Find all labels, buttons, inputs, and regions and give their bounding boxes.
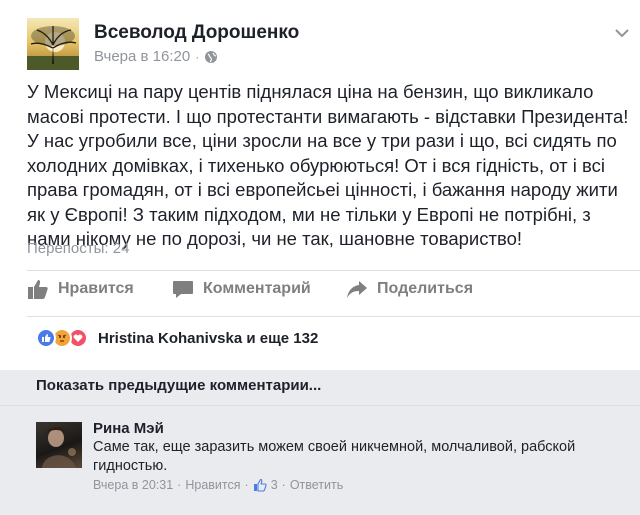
comment-text: Саме так, еще заразить можем своей никче… [93,439,576,474]
divider [0,405,640,406]
meta-separator: · [281,478,286,492]
meta-separator: · [244,478,249,492]
divider [27,316,640,317]
person-photo-image [42,427,76,468]
share-button[interactable]: Поделиться [346,278,473,300]
reposts-count[interactable]: Перепосты: 24 [27,240,129,257]
show-previous-comments-link[interactable]: Показать предыдущие комментарии... [36,377,321,394]
tree-sunset-image [27,26,79,70]
comment-label: Комментарий [203,280,311,297]
comment-like-link[interactable]: Нравится [185,478,240,492]
meta-separator: · [195,49,200,64]
author-name[interactable]: Всеволод Дорошенко [94,22,299,44]
like-label: Нравится [58,280,134,297]
like-reaction-icon [36,328,56,348]
thumbs-up-icon [28,280,48,299]
post-card: Всеволод Дорошенко Вчера в 16:20 · У Мек… [0,0,640,370]
thumbs-up-icon [253,478,267,492]
comment-icon [173,281,193,298]
reactions-text: Hristina Kohanivska и еще 132 [98,329,319,347]
chevron-down-icon[interactable] [613,24,631,42]
share-label: Поделиться [377,280,474,297]
comment-time[interactable]: Вчера в 20:31 [93,478,173,492]
meta-separator: · [177,478,182,492]
commenter-avatar[interactable] [36,422,82,468]
reactions-summary[interactable]: Hristina Kohanivska и еще 132 [36,328,318,348]
divider [27,270,640,271]
comment-like-count: 3 [270,478,278,492]
share-arrow-icon [347,281,367,298]
comment-meta: Вчера в 20:31 · Нравится · 3 · Ответить [93,478,343,492]
post-time[interactable]: Вчера в 16:20 [94,48,190,65]
like-button[interactable]: Нравится [27,278,134,300]
post-header: Всеволод Дорошенко Вчера в 16:20 · [27,18,629,70]
post-meta: Вчера в 16:20 · [94,48,218,65]
author-avatar[interactable] [27,18,79,70]
comment-button[interactable]: Комментарий [172,278,311,300]
action-bar: Нравится Комментарий Поделиться [0,278,640,308]
post-text: У Мексиці на пару центів піднялася ціна … [27,81,629,249]
globe-icon[interactable] [204,50,218,64]
comment-item: Рина Мэй Саме так, еще заразить можем св… [36,420,616,515]
comment-reply-link[interactable]: Ответить [290,478,343,492]
commenter-name[interactable]: Рина Мэй [93,420,164,437]
reaction-icons [36,328,92,348]
